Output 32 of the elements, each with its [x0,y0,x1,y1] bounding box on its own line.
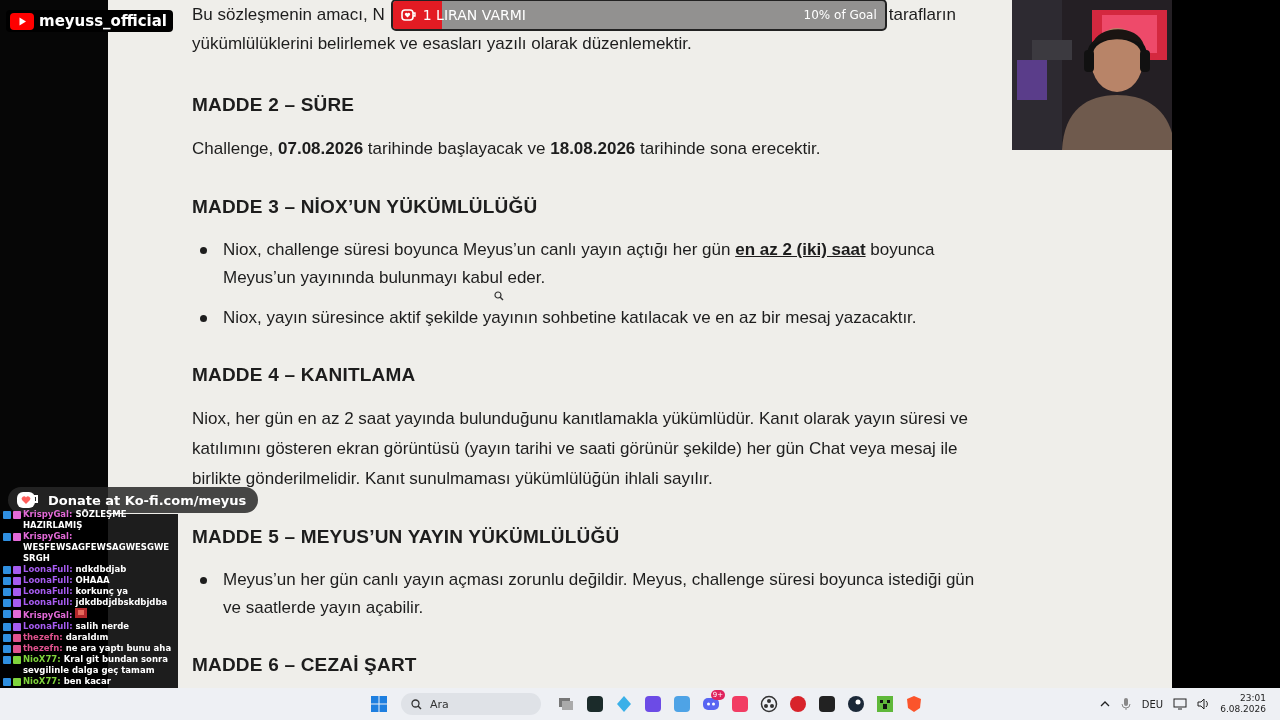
clock-date: 6.08.2026 [1220,704,1266,715]
chat-message: thezefn: ne ara yaptı bunu aha [23,643,172,654]
chat-message: LoonaFull: ndkdbdjab [23,564,127,575]
section-heading: MADDE 4 – KANITLAMA [192,364,417,386]
paragraph: Niox, her gün en az 2 saat yayında bulunduğunu kanıtlamakla yükümlüdür. Kanıt olarak yayın süresi ve katılımını gösteren ekran görüntüsü (yayın tarihi ve saati görünür şekilde) her gün Chat veya mesaj ile birlikte gönderilmelidir. Kanıt sunulmaması yükümlülüğün ihlali sayılır. [192,408,969,490]
chat-message: LoonaFull: salih nerde [23,621,129,632]
bullet-text: Meyus’un her gün canlı yayın açması zorunlu değildir. Meyus, challenge süresi boyunca istediği gün ve saatlerde yayın açabilir. [223,569,976,619]
bullet-text: Niox, challenge süresi boyunca Meyus’un canlı yayın açtığı her gün en az 2 (iki) saat boyunca Meyus’un yayınında bulunmayı kabul eder. [223,239,936,289]
document-text: yükümlülüklerini belirlemek ve esasları yazılı olarak düzenlemektir. [192,33,693,55]
chat-message: KrispyGal: [23,608,88,621]
donate-text: Donate at Ko-fi.com/meyus [48,492,247,508]
chat-message: KrispyGal: SÖZLEŞME HAZIRLAMIŞ [23,509,128,531]
chat-message: LoonaFull: OHAAA [23,575,110,586]
channel-name: meyuss_official [39,12,167,30]
bullet-text: Niox, yayın süresince aktif şekilde yayının sohbetine katılacak ve en az bir mesaj yazacaktır. [223,307,917,329]
chat-message: NioX77: ben kacar [23,676,111,687]
chat-message: thezefn: daraldım [23,632,109,643]
section-heading: MADDE 3 – NİOX’UN YÜKÜMLÜLÜĞÜ [192,196,539,218]
search-field[interactable]: Ara [401,693,541,715]
section-heading: MADDE 6 – CEZAİ ŞART [192,654,418,676]
section-heading: MADDE 5 – MEYUS’UN YAYIN YÜKÜMLÜLÜĞÜ [192,526,621,548]
clock[interactable]: 23:01 6.08.2026 [1220,693,1266,715]
search-placeholder: Ara [430,697,449,711]
document-text: Bu sözleşmenin amacı, N [192,4,385,26]
goal-progress: 10% of Goal [803,8,877,22]
chat-message: LoonaFull: korkunç ya [23,586,128,597]
document-text: tarafların [888,4,956,26]
chat-message: LoonaFull: jdkdbdjdbskdbjdba [23,597,168,608]
section-heading: MADDE 2 – SÜRE [192,94,356,116]
clock-time: 23:01 [1240,693,1266,704]
paragraph: Challenge, 07.08.2026 tarihinde başlayacak ve 18.08.2026 tarihinde sona erecektir. [192,138,822,160]
language-indicator[interactable]: DEU [1141,698,1164,710]
